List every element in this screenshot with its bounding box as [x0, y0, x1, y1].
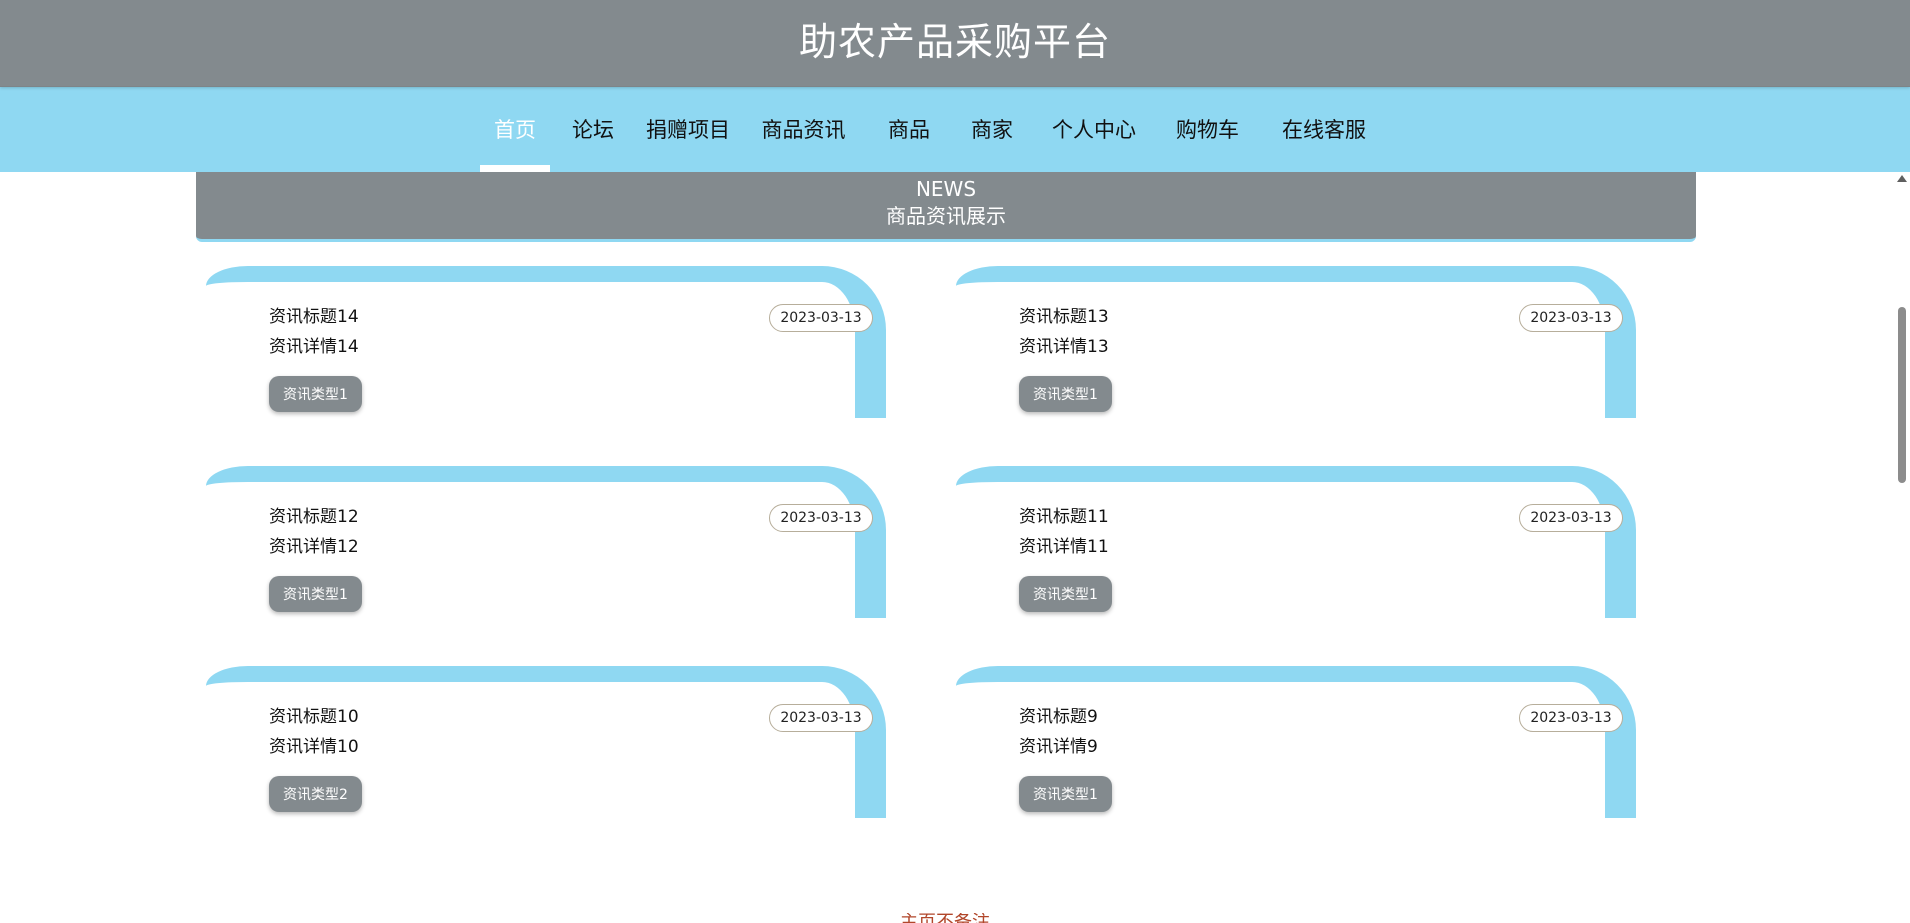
- top-header: 助农产品采购平台: [0, 0, 1910, 87]
- nav-item-merchants[interactable]: 商家: [951, 86, 1033, 172]
- news-card[interactable]: 资讯标题11 资讯详情11 2023-03-13 资讯类型1: [946, 466, 1636, 618]
- date-badge: 2023-03-13: [769, 304, 873, 332]
- news-card[interactable]: 资讯标题12 资讯详情12 2023-03-13 资讯类型1: [196, 466, 886, 618]
- news-type-badge[interactable]: 资讯类型1: [1019, 576, 1112, 612]
- nav-item-profile[interactable]: 个人中心: [1033, 86, 1155, 172]
- footer-note: 主页不备注: [900, 912, 990, 923]
- news-detail: 资讯详情13: [1019, 337, 1109, 357]
- scroll-up-arrow-icon[interactable]: [1897, 175, 1907, 182]
- news-card[interactable]: 资讯标题10 资讯详情10 2023-03-13 资讯类型2: [196, 666, 886, 818]
- nav-item-label: 商品资讯: [761, 118, 846, 142]
- section-title: 商品资讯展示: [886, 204, 1006, 228]
- news-detail: 资讯详情10: [269, 737, 359, 757]
- date-badge: 2023-03-13: [1519, 504, 1623, 532]
- date-badge: 2023-03-13: [769, 704, 873, 732]
- nav-item-label: 商品: [888, 118, 930, 142]
- nav-item-product-news[interactable]: 商品资讯: [740, 86, 867, 172]
- vertical-scrollbar[interactable]: [1894, 172, 1910, 923]
- news-card[interactable]: 资讯标题14 资讯详情14 2023-03-13 资讯类型1: [196, 266, 886, 418]
- news-section-header: NEWS 商品资讯展示: [196, 171, 1696, 242]
- app-window: 助农产品采购平台 首页 论坛 捐赠项目 商品资讯 商品 商家 个人中心 购物车 …: [0, 0, 1910, 923]
- news-detail: 资讯详情14: [269, 337, 359, 357]
- date-badge: 2023-03-13: [769, 504, 873, 532]
- news-title: 资讯标题10: [269, 707, 359, 727]
- nav-item-label: 购物车: [1176, 118, 1239, 142]
- nav-item-home[interactable]: 首页: [480, 86, 550, 172]
- nav-item-label: 论坛: [572, 118, 614, 142]
- news-title: 资讯标题11: [1019, 507, 1109, 527]
- news-card[interactable]: 资讯标题9 资讯详情9 2023-03-13 资讯类型1: [946, 666, 1636, 818]
- news-detail: 资讯详情9: [1019, 737, 1098, 757]
- nav-item-label: 商家: [971, 118, 1013, 142]
- news-detail: 资讯详情11: [1019, 537, 1109, 557]
- nav-item-label: 首页: [494, 118, 536, 142]
- nav-item-products[interactable]: 商品: [867, 86, 951, 172]
- nav-item-label: 个人中心: [1052, 118, 1136, 142]
- news-title: 资讯标题13: [1019, 307, 1109, 327]
- nav-item-donation-projects[interactable]: 捐赠项目: [636, 86, 740, 172]
- nav-item-label: 在线客服: [1282, 118, 1366, 142]
- nav-item-customer-service[interactable]: 在线客服: [1260, 86, 1388, 172]
- news-type-badge[interactable]: 资讯类型1: [269, 376, 362, 412]
- section-english-title: NEWS: [915, 177, 977, 201]
- news-type-badge[interactable]: 资讯类型2: [269, 776, 362, 812]
- news-title: 资讯标题12: [269, 507, 359, 527]
- news-card[interactable]: 资讯标题13 资讯详情13 2023-03-13 资讯类型1: [946, 266, 1636, 418]
- nav-item-label: 捐赠项目: [646, 118, 730, 142]
- date-badge: 2023-03-13: [1519, 704, 1623, 732]
- nav-item-forum[interactable]: 论坛: [550, 86, 636, 172]
- nav-item-cart[interactable]: 购物车: [1155, 86, 1260, 172]
- news-type-badge[interactable]: 资讯类型1: [269, 576, 362, 612]
- date-badge: 2023-03-13: [1519, 304, 1623, 332]
- scrollbar-thumb[interactable]: [1898, 307, 1906, 483]
- news-detail: 资讯详情12: [269, 537, 359, 557]
- news-type-badge[interactable]: 资讯类型1: [1019, 376, 1112, 412]
- main-navigation: 首页 论坛 捐赠项目 商品资讯 商品 商家 个人中心 购物车 在线客服: [0, 86, 1910, 172]
- news-title: 资讯标题9: [1019, 707, 1098, 727]
- site-title: 助农产品采购平台: [798, 20, 1111, 64]
- nav-items: 首页 论坛 捐赠项目 商品资讯 商品 商家 个人中心 购物车 在线客服: [480, 86, 1388, 172]
- news-title: 资讯标题14: [269, 307, 359, 327]
- news-type-badge[interactable]: 资讯类型1: [1019, 776, 1112, 812]
